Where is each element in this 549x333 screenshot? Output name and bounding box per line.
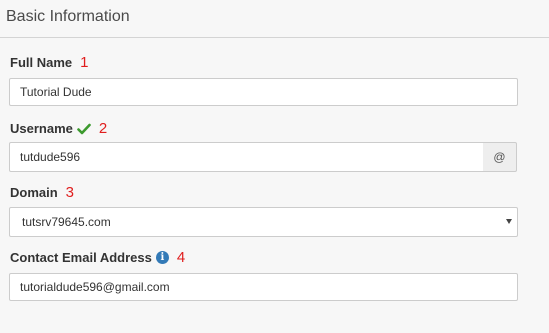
- full-name-label-row: Full Name 1: [10, 54, 88, 71]
- section-divider: [0, 37, 549, 38]
- email-input[interactable]: [9, 273, 518, 301]
- full-name-input[interactable]: [9, 78, 518, 106]
- username-input[interactable]: [9, 142, 484, 172]
- annotation-1: 1: [80, 54, 89, 71]
- annotation-4: 4: [176, 249, 186, 266]
- username-label-row: Username 2: [10, 120, 107, 137]
- section-title: Basic Information: [6, 8, 130, 25]
- annotation-2: 2: [98, 120, 108, 137]
- domain-label-row: Domain 3: [10, 184, 74, 201]
- domain-label: Domain: [10, 185, 58, 200]
- username-label: Username: [10, 121, 73, 136]
- annotation-3: 3: [65, 184, 75, 201]
- domain-selected-value: tutsrv79645.com: [22, 215, 111, 229]
- check-icon: [77, 122, 91, 136]
- chevron-down-icon: [506, 219, 512, 224]
- full-name-label: Full Name: [10, 55, 73, 70]
- email-label-row: Contact Email Address i 4: [10, 249, 185, 266]
- info-icon[interactable]: i: [155, 251, 169, 264]
- username-at-addon: @: [483, 142, 517, 172]
- email-label: Contact Email Address: [10, 250, 152, 265]
- domain-select[interactable]: tutsrv79645.com: [9, 207, 518, 237]
